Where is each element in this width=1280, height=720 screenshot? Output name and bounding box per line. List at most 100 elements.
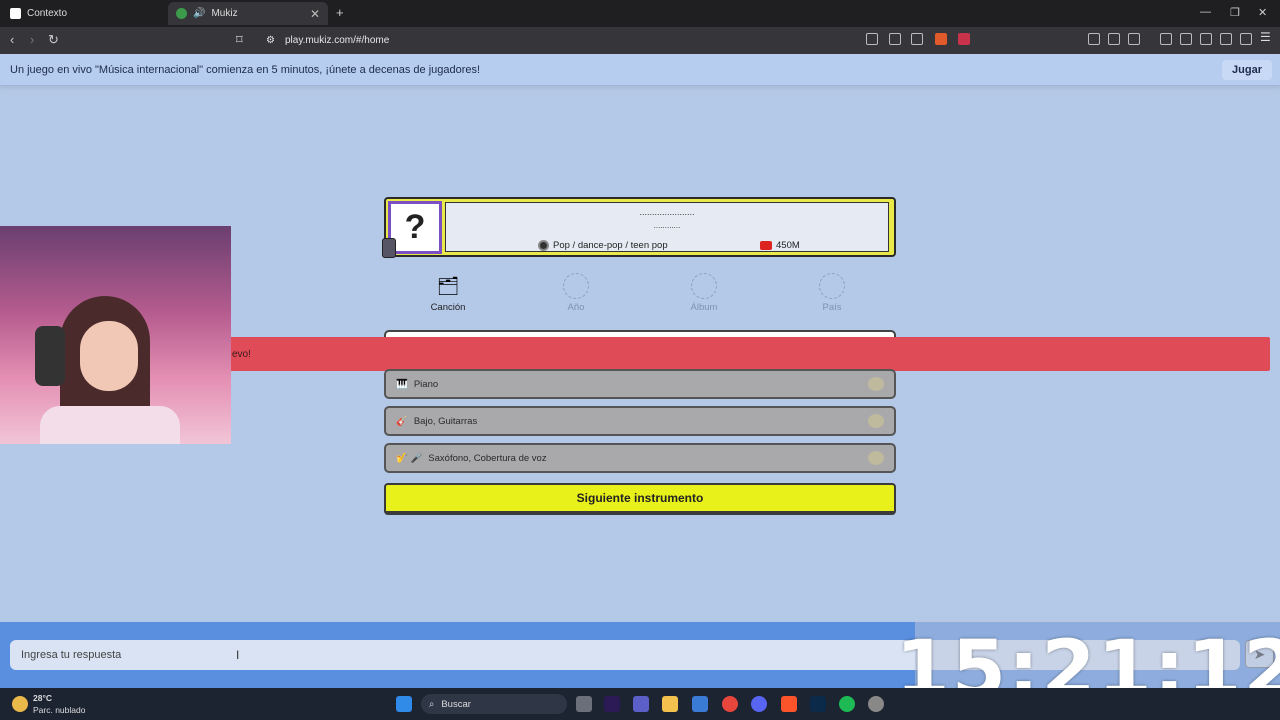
song-card: ? ...................... ............ Po… bbox=[384, 197, 896, 257]
reload-icon[interactable]: ↻ bbox=[48, 32, 59, 48]
instrument-hint-bass: 🎸 Bajo, Guitarras bbox=[384, 406, 896, 436]
song-info: ...................... ............ Pop … bbox=[445, 202, 889, 252]
maximize-icon[interactable]: ❐ bbox=[1230, 6, 1240, 19]
hint-badge-icon bbox=[868, 451, 884, 465]
category-label: País bbox=[822, 302, 842, 313]
bookmark-icon[interactable]: ⌑ bbox=[236, 32, 243, 48]
webcam-overlay bbox=[0, 226, 231, 444]
genre-tag: Pop / dance-pop / teen pop bbox=[538, 240, 668, 251]
guitar-icon: 🎸 bbox=[396, 415, 408, 427]
leo-icon[interactable] bbox=[1220, 33, 1232, 45]
discord-icon[interactable] bbox=[751, 696, 767, 712]
vpn-icon[interactable] bbox=[1240, 33, 1252, 45]
category-year: Año bbox=[546, 273, 606, 313]
live-game-banner: Un juego en vivo "Música internacional" … bbox=[0, 54, 1280, 86]
piano-icon: 🎹 bbox=[396, 378, 408, 390]
play-button[interactable]: Jugar bbox=[1222, 60, 1272, 80]
site-settings-icon[interactable]: ⚙ bbox=[266, 35, 275, 46]
close-window-icon[interactable]: ✕ bbox=[1258, 6, 1267, 19]
share-icon[interactable] bbox=[911, 33, 923, 45]
locked-slot-icon bbox=[691, 273, 717, 299]
category-label: Canción bbox=[430, 302, 466, 313]
taskbar-search[interactable]: ⌕ Buscar bbox=[421, 694, 567, 714]
speaker-sticker-icon bbox=[382, 238, 396, 258]
tab-label: Contexto bbox=[27, 8, 68, 19]
locked-slot-icon bbox=[819, 273, 845, 299]
instrument-hint-piano: 🎹 Piano bbox=[384, 369, 896, 399]
chrome-icon[interactable] bbox=[722, 696, 738, 712]
vinyl-icon bbox=[538, 240, 549, 251]
headphones-icon bbox=[35, 326, 65, 386]
views-tag: 450M bbox=[760, 240, 800, 251]
media-icon[interactable] bbox=[1160, 33, 1172, 45]
hint-badge-icon bbox=[868, 414, 884, 428]
contexto-favicon-icon bbox=[10, 8, 21, 19]
sidebar-icon[interactable] bbox=[1180, 33, 1192, 45]
weather-icon bbox=[12, 696, 28, 712]
url-text: play.mukiz.com/#/home bbox=[284, 35, 390, 46]
instrument-hint-sax: 🎷 🎤 Saxófono, Cobertura de voz bbox=[384, 443, 896, 473]
views-text: 450M bbox=[776, 240, 800, 251]
file-explorer-icon[interactable] bbox=[662, 696, 678, 712]
windows-start-icon[interactable] bbox=[396, 696, 412, 712]
mystery-mark: ? bbox=[404, 208, 426, 246]
menu-icon[interactable]: ☰ bbox=[1260, 30, 1272, 44]
streamer-face bbox=[80, 321, 138, 391]
close-tab-icon[interactable]: ✕ bbox=[310, 7, 320, 21]
revealed-badge-icon: 🗂 bbox=[436, 276, 460, 296]
category-song: 🗂 Canción bbox=[418, 273, 478, 313]
alert-text: evo! bbox=[232, 348, 251, 360]
mystery-cover: ? bbox=[388, 201, 442, 254]
premiere-icon[interactable] bbox=[604, 696, 620, 712]
spotify-icon[interactable] bbox=[839, 696, 855, 712]
category-label: Álbum bbox=[690, 302, 718, 313]
youtube-icon bbox=[760, 241, 772, 250]
instrument-label: Piano bbox=[413, 378, 439, 390]
minimize-icon[interactable]: — bbox=[1200, 6, 1211, 18]
tab-contexto[interactable]: Contexto bbox=[2, 2, 167, 25]
brave-shield-icon[interactable] bbox=[935, 33, 947, 45]
browser-tab-bar: Contexto 🔊 Mukiz ✕ + — ❐ ✕ bbox=[0, 0, 1280, 27]
photoshop-icon[interactable] bbox=[810, 696, 826, 712]
task-view-icon[interactable] bbox=[576, 696, 592, 712]
extension-icon[interactable] bbox=[1088, 33, 1100, 45]
weather-temp: 28°C bbox=[33, 693, 52, 703]
screenshot-icon[interactable] bbox=[1128, 33, 1140, 45]
streamer-shirt bbox=[40, 406, 180, 444]
translate-icon[interactable] bbox=[889, 33, 901, 45]
instrument-label: Saxófono, Cobertura de voz bbox=[428, 452, 547, 464]
instrument-label: Bajo, Guitarras bbox=[413, 415, 478, 427]
forward-icon[interactable]: › bbox=[30, 32, 34, 47]
sax-mic-icon: 🎷 🎤 bbox=[396, 452, 423, 464]
artist-hidden: ............ bbox=[653, 221, 681, 230]
obs-icon[interactable] bbox=[868, 696, 884, 712]
tab-mukiz[interactable]: 🔊 Mukiz ✕ bbox=[168, 2, 328, 25]
address-bar-row: ‹ › ↻ ⌑ ⚙ play.mukiz.com/#/home ☰ bbox=[0, 27, 1280, 54]
category-label: Año bbox=[567, 302, 585, 313]
weather-desc: Parc. nublado bbox=[33, 705, 86, 715]
speaker-icon: 🔊 bbox=[193, 8, 206, 19]
locked-slot-icon bbox=[563, 273, 589, 299]
wallet-icon[interactable] bbox=[1200, 33, 1212, 45]
answer-placeholder: Ingresa tu respuesta bbox=[21, 649, 122, 661]
genre-text: Pop / dance-pop / teen pop bbox=[553, 240, 668, 251]
category-country: País bbox=[802, 273, 862, 313]
teams-icon[interactable] bbox=[633, 696, 649, 712]
search-icon: ⌕ bbox=[429, 698, 435, 710]
puzzle-icon[interactable] bbox=[1108, 33, 1120, 45]
brave-rewards-icon[interactable] bbox=[958, 33, 970, 45]
song-title-hidden: ...................... bbox=[639, 207, 695, 217]
tab-label: Mukiz bbox=[211, 8, 238, 19]
text-cursor-icon: I bbox=[236, 648, 240, 662]
next-instrument-button[interactable]: Siguiente instrumento bbox=[384, 483, 896, 515]
mukiz-favicon-icon bbox=[176, 8, 187, 19]
new-tab-button[interactable]: + bbox=[336, 5, 344, 20]
windows-taskbar: 28°C Parc. nublado ⌕ Buscar bbox=[0, 688, 1280, 720]
hint-badge-icon bbox=[868, 377, 884, 391]
banner-text: Un juego en vivo "Música internacional" … bbox=[10, 63, 481, 76]
category-album: Álbum bbox=[674, 273, 734, 313]
back-icon[interactable]: ‹ bbox=[10, 32, 14, 47]
cast-icon[interactable] bbox=[866, 33, 878, 45]
store-icon[interactable] bbox=[692, 696, 708, 712]
brave-icon[interactable] bbox=[781, 696, 797, 712]
